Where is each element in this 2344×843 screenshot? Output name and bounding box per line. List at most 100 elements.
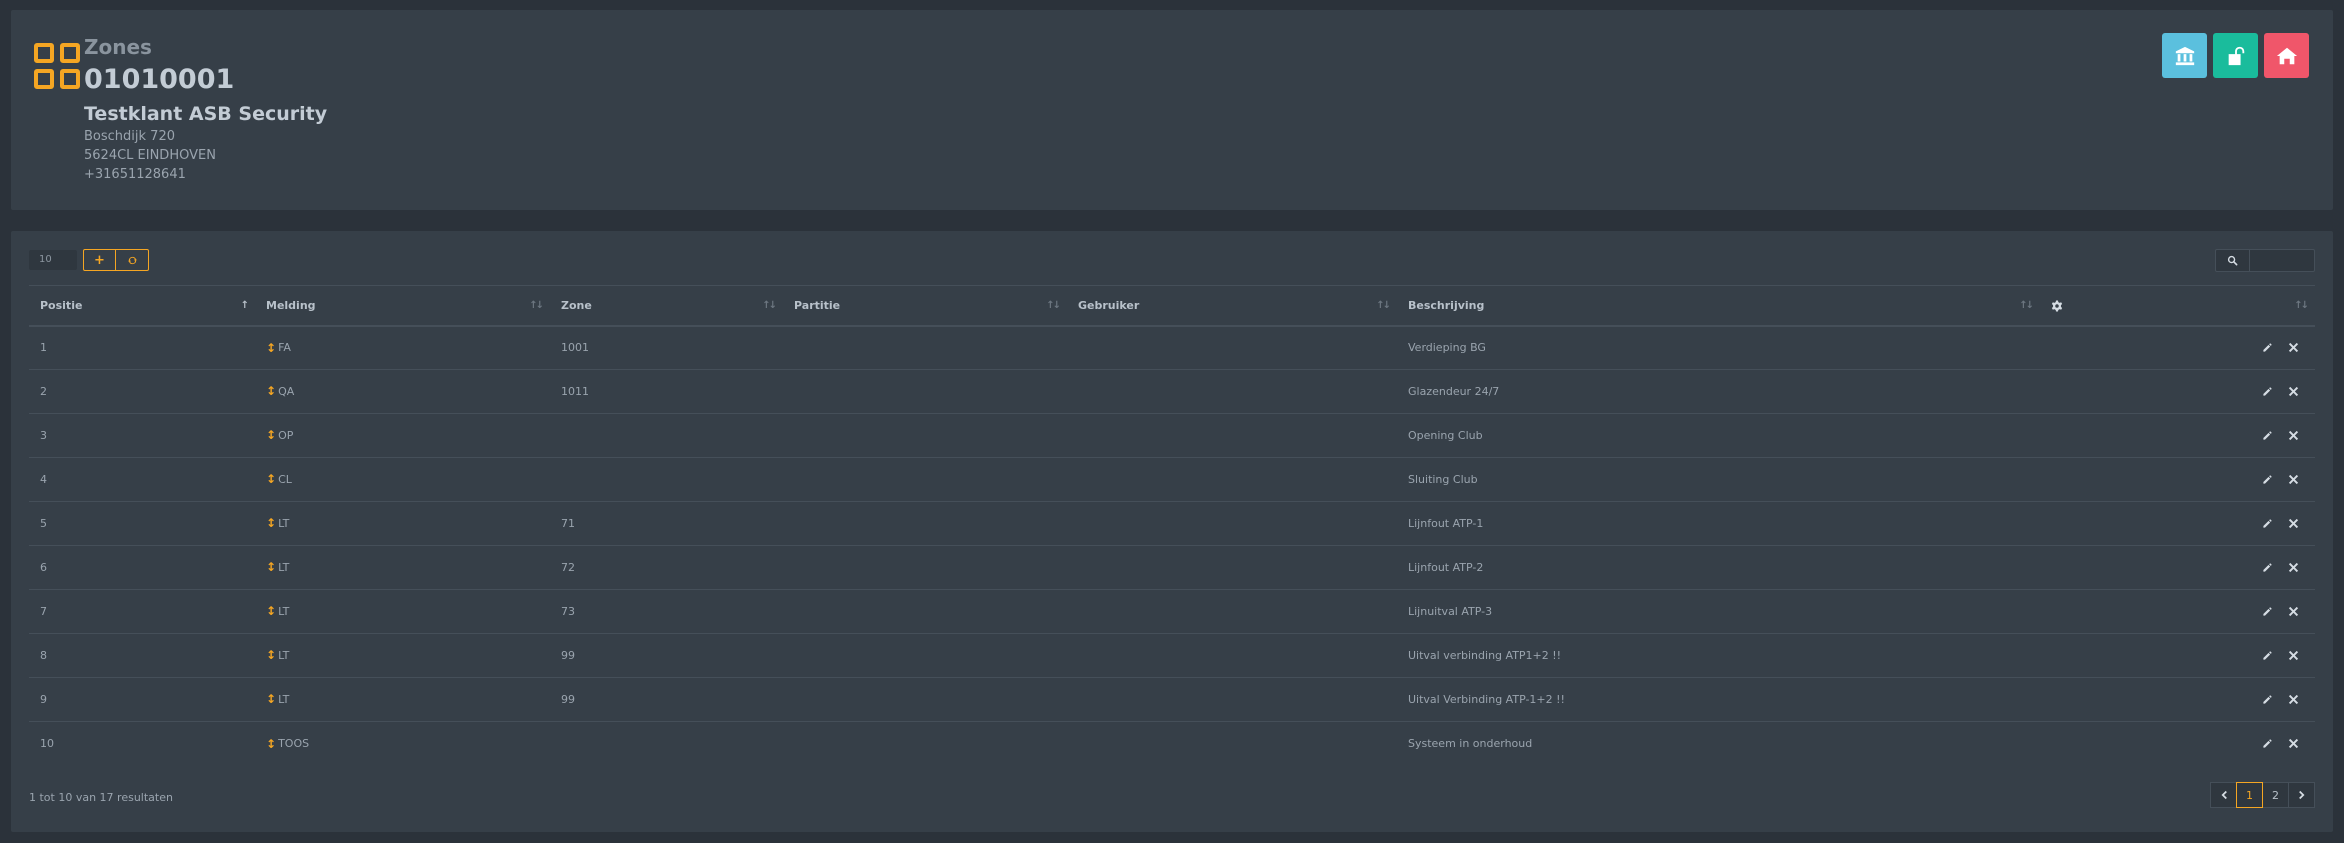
col-zone[interactable]: Zone ↑↓	[550, 285, 783, 327]
pencil-icon	[2262, 518, 2273, 529]
edit-button[interactable]	[2260, 385, 2274, 399]
close-icon	[2288, 562, 2299, 573]
delete-button[interactable]	[2286, 517, 2300, 531]
cell-gebruiker	[1067, 633, 1397, 678]
search-box	[2215, 249, 2315, 272]
bank-button[interactable]	[2162, 33, 2207, 78]
chevron-right-icon	[2298, 790, 2304, 800]
table-info: 1 tot 10 van 17 resultaten	[29, 791, 173, 804]
table-tools: +	[83, 249, 149, 271]
pencil-icon	[2262, 694, 2273, 705]
table-row: 6 ↕ LT 72 Lijnfout ATP-2	[29, 545, 2315, 590]
col-beschrijving[interactable]: Beschrijving ↑↓	[1397, 285, 2040, 327]
gear-icon[interactable]	[2051, 300, 2063, 312]
prev-page-button[interactable]	[2210, 782, 2237, 808]
edit-button[interactable]	[2260, 473, 2274, 487]
cell-melding: ↕ OP	[255, 413, 550, 458]
sort-icon: ↑↓	[1046, 300, 1061, 311]
delete-button[interactable]	[2286, 385, 2300, 399]
cell-beschrijving: Sluiting Club	[1397, 457, 2040, 502]
table-row: 5 ↕ LT 71 Lijnfout ATP-1	[29, 501, 2315, 546]
delete-button[interactable]	[2286, 649, 2300, 663]
add-button[interactable]: +	[83, 249, 116, 271]
header-panel: Zones 01010001 Testklant ASB Security Bo…	[11, 10, 2333, 210]
delete-button[interactable]	[2286, 605, 2300, 619]
cell-beschrijving: Systeem in onderhoud	[1408, 737, 1533, 751]
delete-button[interactable]	[2286, 341, 2300, 355]
pencil-icon	[2262, 342, 2273, 353]
edit-button[interactable]	[2260, 561, 2274, 575]
page-2-button[interactable]: 2	[2262, 782, 2289, 808]
pencil-icon	[2262, 430, 2273, 441]
col-partitie[interactable]: Partitie ↑↓	[783, 285, 1067, 327]
sort-icon: ↑↓	[529, 300, 544, 311]
table-row: 9 ↕ LT 99 Uitval Verbinding ATP-1+2 !!	[29, 677, 2315, 722]
cell-gebruiker	[1067, 501, 1397, 546]
search-button[interactable]	[2215, 249, 2250, 272]
next-page-button[interactable]	[2288, 782, 2315, 808]
col-label: Zone	[561, 298, 592, 312]
table-row: 1 ↕ FA 1001 Verdieping BG	[29, 325, 2315, 370]
melding-code: CL	[278, 472, 292, 486]
melding-code: QA	[278, 384, 295, 398]
edit-button[interactable]	[2260, 693, 2274, 707]
cell-beschrijving: Glazendeur 24/7	[1397, 369, 2040, 414]
unlock-button[interactable]	[2213, 33, 2258, 78]
melding-code: FA	[278, 341, 291, 354]
col-positie[interactable]: Positie ↑	[29, 285, 255, 327]
delete-button[interactable]	[2286, 473, 2300, 487]
edit-button[interactable]	[2260, 737, 2274, 751]
cell-zone: 73	[550, 589, 783, 634]
cell-partitie	[783, 325, 1067, 370]
bank-icon	[2175, 46, 2194, 65]
arrows-vertical-icon: ↕	[266, 560, 277, 575]
chevron-left-icon	[2221, 790, 2227, 800]
cell-actions	[2040, 677, 2315, 722]
col-actions[interactable]: ↑↓	[2040, 285, 2315, 327]
col-label: Beschrijving	[1408, 298, 1485, 312]
edit-button[interactable]	[2260, 605, 2274, 619]
delete-button[interactable]	[2286, 693, 2300, 707]
cell-actions	[2040, 722, 2315, 766]
edit-button[interactable]	[2260, 341, 2274, 355]
edit-button[interactable]	[2260, 517, 2274, 531]
header-actions	[2162, 33, 2309, 78]
cell-positie: 9	[29, 677, 255, 722]
col-gebruiker[interactable]: Gebruiker ↑↓	[1067, 285, 1397, 327]
refresh-button[interactable]	[116, 249, 149, 271]
melding-code: LT	[278, 604, 290, 618]
cell-beschrijving: Uitval Verbinding ATP-1+2 !!	[1397, 677, 2040, 722]
delete-button[interactable]	[2286, 561, 2300, 575]
unlock-icon	[2228, 46, 2244, 65]
page-length-select[interactable]: 10	[29, 250, 77, 270]
edit-button[interactable]	[2260, 429, 2274, 443]
cell-partitie	[783, 633, 1067, 678]
delete-button[interactable]	[2286, 429, 2300, 443]
search-input[interactable]	[2250, 249, 2315, 272]
cell-partitie	[783, 722, 1067, 766]
cell-melding: ↕ LT	[255, 677, 550, 722]
cell-melding: ↕ LT	[255, 589, 550, 634]
home-button[interactable]	[2264, 33, 2309, 78]
close-icon	[2288, 474, 2299, 485]
cell-actions	[2040, 325, 2315, 370]
cell-beschrijving: Lijnfout ATP-1	[1397, 501, 2040, 546]
arrows-vertical-icon: ↕	[266, 428, 277, 443]
edit-button[interactable]	[2260, 649, 2274, 663]
table-row: 10 ↕ TOOS Systeem in onderhoud	[29, 722, 2315, 766]
cell-positie: 5	[29, 501, 255, 546]
close-icon	[2288, 738, 2299, 749]
delete-button[interactable]	[2286, 737, 2300, 751]
cell-beschrijving: Verdieping BG	[1397, 325, 2040, 370]
col-melding[interactable]: Melding ↑↓	[255, 285, 550, 327]
table-header-row: Positie ↑ Melding ↑↓ Zone ↑↓ Partitie ↑↓ Geb…	[29, 285, 2315, 327]
close-icon	[2288, 694, 2299, 705]
page-1-button[interactable]: 1	[2236, 782, 2263, 808]
cell-actions	[2040, 457, 2315, 502]
arrows-vertical-icon: ↕	[266, 472, 277, 487]
cell-actions	[2040, 413, 2315, 458]
melding-code: LT	[278, 560, 290, 574]
cell-zone	[550, 722, 783, 766]
cell-gebruiker	[1067, 722, 1397, 766]
cell-partitie	[783, 589, 1067, 634]
